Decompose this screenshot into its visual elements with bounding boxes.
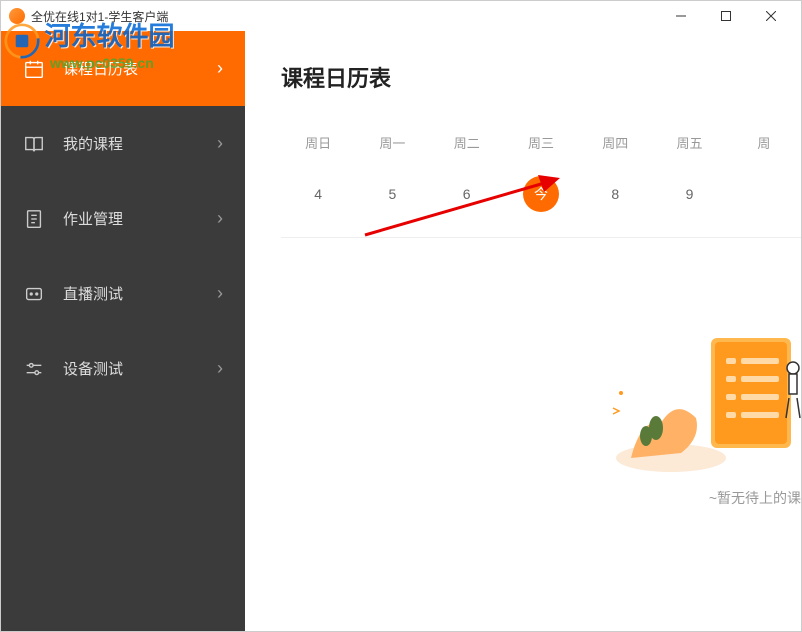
day-name: 周 — [727, 133, 801, 152]
sidebar-item-label: 课程日历表 — [63, 58, 217, 79]
sidebar: 课程日历表 › 我的课程 › 作业管理 › 直 — [1, 31, 245, 631]
sidebar-item-homework[interactable]: 作业管理 › — [1, 181, 245, 256]
divider — [281, 237, 801, 238]
calendar-icon — [23, 58, 45, 80]
day-column[interactable]: 周 — [727, 133, 801, 217]
window-title: 全优在线1对1-学生客户端 — [31, 8, 658, 25]
day-column[interactable]: 周四 8 — [578, 133, 652, 217]
day-column[interactable]: 周二 6 — [430, 133, 504, 217]
sidebar-item-label: 直播测试 — [63, 283, 217, 304]
day-number-today: 今 — [523, 176, 559, 212]
sidebar-item-livetest[interactable]: 直播测试 › — [1, 256, 245, 331]
sidebar-item-courses[interactable]: 我的课程 › — [1, 106, 245, 181]
day-column[interactable]: 周一 5 — [355, 133, 429, 217]
chevron-right-icon: › — [217, 58, 223, 79]
day-name: 周五 — [652, 133, 726, 152]
book-icon — [23, 133, 45, 155]
settings-icon — [23, 358, 45, 380]
sidebar-item-label: 作业管理 — [63, 208, 217, 229]
sidebar-item-label: 我的课程 — [63, 133, 217, 154]
day-number — [746, 176, 782, 212]
app-icon — [9, 8, 25, 24]
empty-state: ~暂无待上的课 — [281, 308, 801, 508]
sidebar-item-label: 设备测试 — [63, 358, 217, 379]
day-name: 周一 — [355, 133, 429, 152]
sidebar-item-calendar[interactable]: 课程日历表 › — [1, 31, 245, 106]
titlebar: 全优在线1对1-学生客户端 — [1, 1, 801, 31]
chevron-right-icon: › — [217, 208, 223, 229]
day-name: 周日 — [281, 133, 355, 152]
document-icon — [23, 208, 45, 230]
chevron-right-icon: › — [217, 283, 223, 304]
chevron-right-icon: › — [217, 358, 223, 379]
calendar-week-header: 周日 4 周一 5 周二 6 周三 今 周四 8 — [281, 133, 801, 217]
day-number: 4 — [300, 176, 336, 212]
close-button[interactable] — [748, 2, 793, 30]
main-content: 课程日历表 周日 4 周一 5 周二 6 周三 今 — [245, 31, 801, 631]
day-column[interactable]: 周五 9 — [652, 133, 726, 217]
day-number: 8 — [597, 176, 633, 212]
day-name: 周三 — [504, 133, 578, 152]
day-column-today[interactable]: 周三 今 — [504, 133, 578, 217]
empty-state-text: ~暂无待上的课 — [709, 488, 801, 508]
page-title: 课程日历表 — [281, 61, 801, 93]
chevron-right-icon: › — [217, 133, 223, 154]
day-name: 周四 — [578, 133, 652, 152]
sidebar-item-devicetest[interactable]: 设备测试 › — [1, 331, 245, 406]
live-icon — [23, 283, 45, 305]
day-column[interactable]: 周日 4 — [281, 133, 355, 217]
minimize-button[interactable] — [658, 2, 703, 30]
day-number: 5 — [374, 176, 410, 212]
day-number: 6 — [449, 176, 485, 212]
empty-illustration — [601, 308, 801, 478]
day-name: 周二 — [430, 133, 504, 152]
maximize-button[interactable] — [703, 2, 748, 30]
day-number: 9 — [672, 176, 708, 212]
